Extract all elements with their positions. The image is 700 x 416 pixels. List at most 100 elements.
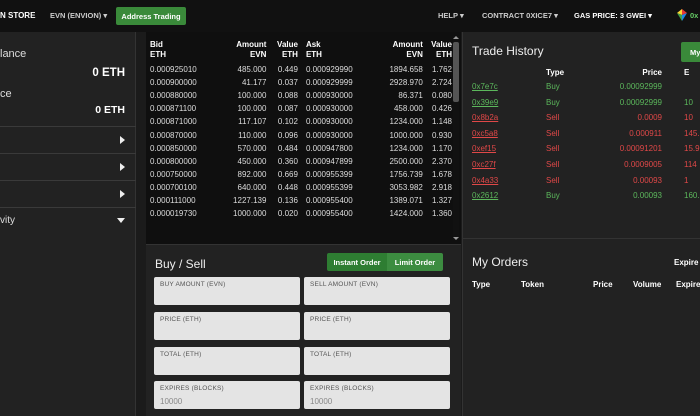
trade-id-link[interactable]: 0xef15	[472, 144, 496, 153]
sell-amount-field[interactable]: SELL AMOUNT (EVN)	[304, 277, 450, 305]
activity-row[interactable]	[0, 207, 136, 234]
collapsible-row[interactable]	[0, 126, 136, 153]
order-book-cell: 117.107	[238, 117, 267, 127]
sell-expires-label: EXPIRES (BLOCKS)	[310, 385, 374, 392]
order-book-cell: 1424.000	[389, 209, 423, 219]
instant-order-tab[interactable]: Instant Order	[327, 253, 387, 271]
brand-name[interactable]: N STORE	[0, 11, 35, 20]
order-book-row[interactable]: 0.000880000 100.000 0.088 0.000930000 86.371…	[150, 89, 452, 102]
panel-divider	[463, 238, 700, 239]
order-book-cell: 1234.000	[389, 117, 423, 127]
gas-price-menu[interactable]: GAS PRICE: 3 GWEI ▾	[574, 11, 652, 20]
order-book-cell: 1.148	[431, 117, 452, 127]
buy-expires-label: EXPIRES (BLOCKS)	[160, 385, 224, 392]
order-book-cell: 0.000955400	[305, 209, 353, 219]
trade-type: Sell	[546, 144, 560, 154]
trade-row: 0xc5a8 Sell 0.000911 145.3	[472, 129, 700, 141]
order-book-row[interactable]: 0.000871000 117.107 0.102 0.000930000 1234.0…	[150, 115, 452, 128]
account-icon[interactable]	[677, 9, 687, 21]
order-book-cell: 0.000947899	[305, 156, 353, 166]
order-book-row[interactable]: 0.000925010 485.000 0.449 0.000929990 1894.6…	[150, 63, 452, 76]
order-book-cell: 0.000871000	[150, 117, 197, 127]
ask-value-header: Value ETH	[431, 40, 452, 59]
trade-price: 0.00092999	[619, 82, 662, 91]
buy-expires-value: 10000	[160, 397, 183, 406]
scroll-down-icon[interactable]	[453, 237, 459, 240]
buy-amount-field[interactable]: BUY AMOUNT (EVN)	[154, 277, 300, 305]
sell-price-field[interactable]: PRICE (ETH)	[304, 312, 450, 340]
trade-id-link[interactable]: 0x39e9	[472, 98, 498, 107]
trade-id-link[interactable]: 0xc5a8	[472, 129, 498, 138]
order-book-cell: 0.000930000	[305, 91, 353, 101]
order-book-cell: 0.080	[431, 91, 452, 101]
bid-amount-header: Amount EVN	[236, 40, 267, 59]
chevron-right-icon	[120, 190, 125, 198]
collapsible-row[interactable]	[0, 153, 136, 180]
order-book-row[interactable]: 0.000700100 640.000 0.448 0.000955399 3053.9…	[150, 181, 452, 194]
order-book-row[interactable]: 0.000900000 41.177 0.037 0.000929999 2928.97…	[150, 76, 452, 89]
order-book-cell: 892.000	[237, 169, 267, 179]
trade-row: 0x2612 Buy 0.00093 160.0	[472, 191, 700, 203]
help-menu[interactable]: HELP ▾	[438, 11, 464, 20]
order-book-cell: 1000.000	[389, 130, 423, 140]
buy-expires-field[interactable]: EXPIRES (BLOCKS) 10000	[154, 381, 300, 409]
scrollbar-thumb[interactable]	[453, 42, 459, 102]
address-trading-button[interactable]: Address Trading	[116, 7, 186, 25]
order-book-cell: 110.000	[238, 130, 267, 140]
token-select[interactable]: EVN (ENVION) ▾	[50, 11, 107, 20]
trade-row: 0x7e7c Buy 0.00092999	[472, 82, 700, 94]
order-book-row[interactable]: 0.000111000 1227.139 0.136 0.000955400 1389.…	[150, 194, 452, 207]
order-book-row[interactable]: 0.000750000 892.000 0.669 0.000955399 1756.7…	[150, 168, 452, 181]
sell-expires-value: 10000	[310, 397, 333, 406]
balance-value: 0 ETH	[92, 67, 125, 79]
trade-amount: 10	[684, 97, 693, 107]
order-book-cell: 1.170	[431, 143, 452, 153]
order-book-cell: 0.000900000	[150, 78, 197, 88]
trade-id-link[interactable]: 0x7e7c	[472, 82, 498, 91]
extra-header: E	[684, 68, 690, 77]
order-book-cell: 0.669	[277, 169, 298, 179]
trade-type: Sell	[546, 175, 560, 185]
order-book-cell: 1.360	[431, 209, 452, 219]
trade-amount: 15.9	[684, 144, 700, 154]
order-book-row[interactable]: 0.000019730 1000.000 0.020 0.000955400 1424.…	[150, 207, 452, 220]
expire-button[interactable]: Expire	[674, 258, 698, 267]
order-book-cell: 1894.658	[389, 65, 423, 75]
order-book-cell: 2.918	[431, 182, 452, 192]
order-book-row[interactable]: 0.000850000 570.000 0.484 0.000947800 1234.0…	[150, 142, 452, 155]
buy-price-field[interactable]: PRICE (ETH)	[154, 312, 300, 340]
trade-id-link[interactable]: 0xc27f	[472, 160, 496, 169]
bid-value-header: Value ETH	[277, 40, 298, 59]
right-panel: Trade History My Type Price E 0x7e7c Buy 0…	[462, 32, 700, 416]
order-book-row[interactable]: 0.000871100 100.000 0.087 0.000930000 458.00…	[150, 102, 452, 115]
sell-total-field[interactable]: TOTAL (ETH)	[304, 347, 450, 375]
trade-price: 0.0009005	[624, 160, 662, 169]
orders-volume-header: Volume	[633, 280, 662, 289]
order-book-cell: 0.000850000	[150, 143, 197, 153]
sell-expires-field[interactable]: EXPIRES (BLOCKS) 10000	[304, 381, 450, 409]
scroll-up-icon[interactable]	[453, 36, 459, 39]
trade-type: Sell	[546, 128, 560, 138]
order-book-cell: 1.762	[431, 65, 452, 75]
sell-amount-label: SELL AMOUNT (EVN)	[310, 281, 379, 288]
collapsible-row[interactable]	[0, 180, 136, 207]
trade-id-link[interactable]: 0x8b2a	[472, 113, 498, 122]
trade-amount: 145.3	[684, 128, 700, 138]
order-type-tabs: Instant Order Limit Order	[327, 253, 443, 271]
order-book-row[interactable]: 0.000800000 450.000 0.360 0.000947899 2500.0…	[150, 155, 452, 168]
limit-order-tab[interactable]: Limit Order	[387, 253, 443, 271]
my-trades-button[interactable]: My	[681, 42, 700, 62]
contract-menu[interactable]: CONTRACT 0XICE7 ▾	[482, 11, 558, 20]
trade-id-link[interactable]: 0x2612	[472, 191, 498, 200]
order-book-cell: 0.000930000	[305, 117, 353, 127]
order-book-row[interactable]: 0.000870000 110.000 0.096 0.000930000 1000.0…	[150, 128, 452, 141]
balance-value-2: 0 ETH	[95, 104, 125, 116]
account-address[interactable]: 0x	[690, 11, 698, 20]
order-book-cell: 0.000929999	[305, 78, 353, 88]
buy-total-field[interactable]: TOTAL (ETH)	[154, 347, 300, 375]
trade-id-link[interactable]: 0x4a33	[472, 176, 498, 185]
chevron-down-icon[interactable]	[117, 218, 125, 223]
trade-type: Buy	[546, 97, 560, 107]
order-book-scrollbar[interactable]	[453, 36, 459, 240]
order-book-cell: 41.177	[241, 78, 267, 88]
